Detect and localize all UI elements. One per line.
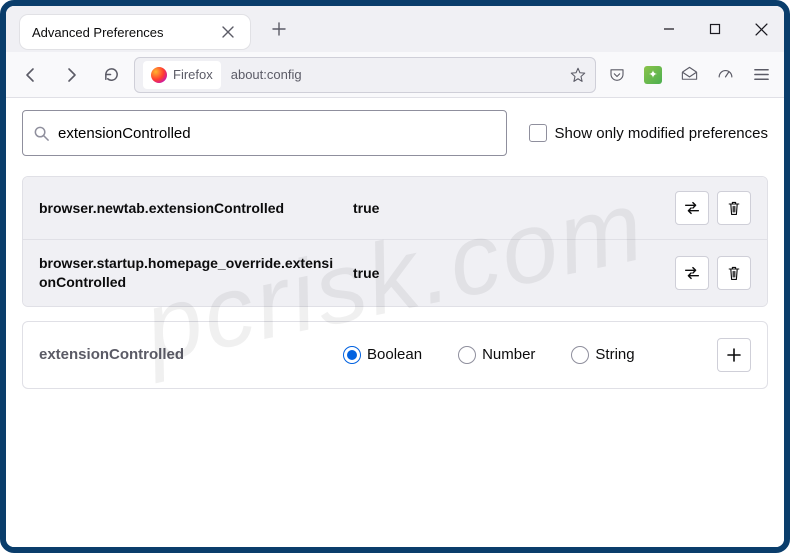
- forward-button[interactable]: [54, 58, 88, 92]
- menu-button[interactable]: [746, 60, 776, 90]
- add-pref-row: extensionControlled Boolean Number Strin…: [22, 321, 768, 389]
- config-search-input[interactable]: [58, 125, 496, 142]
- firefox-logo-icon: [151, 67, 167, 83]
- identity-label: Firefox: [173, 67, 213, 82]
- pref-value: true: [353, 200, 661, 216]
- close-button[interactable]: [738, 6, 784, 52]
- type-radio-group: Boolean Number String: [343, 346, 703, 364]
- show-modified-label: Show only modified preferences: [555, 125, 768, 142]
- minimize-button[interactable]: [646, 6, 692, 52]
- add-button[interactable]: [717, 338, 751, 372]
- tab-title: Advanced Preferences: [32, 25, 164, 40]
- pref-name: browser.startup.homepage_override.extens…: [39, 254, 339, 292]
- delete-button[interactable]: [717, 256, 751, 290]
- preferences-list: browser.newtab.extensionControlled true …: [22, 176, 768, 307]
- pref-row[interactable]: browser.newtab.extensionControlled true: [23, 177, 767, 239]
- add-pref-name: extensionControlled: [39, 346, 329, 363]
- nav-toolbar: Firefox about:config ✦: [6, 52, 784, 98]
- checkbox-icon: [529, 124, 547, 142]
- radio-icon: [458, 346, 476, 364]
- config-search-box[interactable]: [22, 110, 507, 156]
- inbox-icon[interactable]: [674, 60, 704, 90]
- pref-row[interactable]: browser.startup.homepage_override.extens…: [23, 239, 767, 306]
- tab-close-icon[interactable]: [218, 24, 238, 40]
- tab-advanced-preferences[interactable]: Advanced Preferences: [20, 15, 250, 49]
- about-config-content: Show only modified preferences browser.n…: [6, 98, 784, 547]
- url-bar[interactable]: Firefox about:config: [134, 57, 596, 93]
- back-button[interactable]: [14, 58, 48, 92]
- radio-boolean[interactable]: Boolean: [343, 346, 422, 364]
- radio-string[interactable]: String: [571, 346, 634, 364]
- window-controls: [646, 6, 784, 52]
- url-text: about:config: [231, 67, 302, 82]
- dashboard-icon[interactable]: [710, 60, 740, 90]
- toggle-button[interactable]: [675, 191, 709, 225]
- radio-icon: [343, 346, 361, 364]
- browser-window: Advanced Preferences Firefox about:confi…: [0, 0, 790, 553]
- titlebar: Advanced Preferences: [6, 6, 784, 52]
- radio-number[interactable]: Number: [458, 346, 535, 364]
- extension-icon[interactable]: ✦: [638, 60, 668, 90]
- show-modified-checkbox[interactable]: Show only modified preferences: [529, 124, 768, 142]
- search-icon: [33, 125, 50, 142]
- pocket-icon[interactable]: [602, 60, 632, 90]
- toggle-button[interactable]: [675, 256, 709, 290]
- reload-button[interactable]: [94, 58, 128, 92]
- search-row: Show only modified preferences: [22, 110, 768, 156]
- identity-box[interactable]: Firefox: [143, 61, 221, 89]
- bookmark-star-icon[interactable]: [569, 66, 587, 84]
- pref-name: browser.newtab.extensionControlled: [39, 199, 339, 218]
- new-tab-button[interactable]: [264, 18, 294, 40]
- pref-value: true: [353, 265, 661, 281]
- delete-button[interactable]: [717, 191, 751, 225]
- radio-icon: [571, 346, 589, 364]
- maximize-button[interactable]: [692, 6, 738, 52]
